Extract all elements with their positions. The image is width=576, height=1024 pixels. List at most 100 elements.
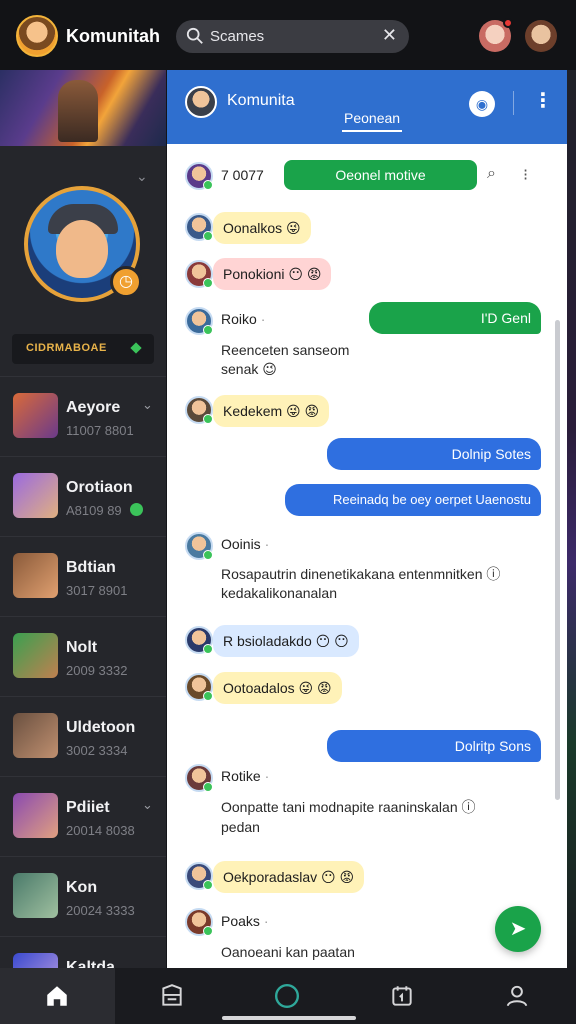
message-bubble[interactable]: Kedekem 😜 😡 [213,395,330,427]
sidebar-item-name: Pdiiet [66,799,110,816]
message-bubble[interactable]: Oonalkos 😜 [213,212,311,244]
motive-button[interactable]: Oeonel motive [284,160,477,190]
sidebar-item[interactable]: Pdiiet 20014 8038 ⌄ [0,776,166,856]
notification-avatar[interactable] [479,18,513,52]
message-username[interactable]: Rotike · [221,768,269,784]
sidebar-item[interactable]: Nolt 2009 3332 [0,616,166,696]
sidebar: ⌄ ◷ CIDRMABOAE Aeyore 11007 8801 ⌄ Oroti… [0,70,166,968]
profile-avatar[interactable]: ◷ [24,186,142,302]
outgoing-message-bubble[interactable]: Dolnip Sotes [327,438,541,470]
search-icon [186,27,203,44]
sidebar-item-name: Nolt [66,639,98,656]
sidebar-item-sub: 20024 3333 [66,903,135,918]
sidebar-item-name: Kaltda [66,959,115,968]
user-avatar[interactable] [525,20,557,52]
tab-underline [342,130,402,132]
sidebar-item-sub: 2009 3332 [66,663,128,678]
outgoing-message-bubble[interactable]: Reeinadq be oey oerpet Uaenostu [285,484,541,516]
message-avatar[interactable] [185,307,213,335]
gem-icon [130,342,142,354]
chevron-down-icon[interactable]: ⌄ [142,797,153,813]
more-vertical-icon[interactable]: ⋮ [533,88,553,113]
message-avatar[interactable] [185,396,213,424]
message-username[interactable]: Poaks · [221,913,268,929]
message-avatar[interactable] [185,673,213,701]
message-bubble[interactable]: Ootoadalos 😜 😡 [213,672,342,704]
sidebar-item[interactable]: Orotiaon A8109 89 [0,456,166,536]
chevron-down-icon[interactable]: ⌄ [136,168,148,185]
nav-home[interactable] [0,968,115,1024]
sidebar-item[interactable]: Uldetoon 3002 3334 [0,696,166,776]
chat-avatar[interactable] [185,86,217,118]
chat-title: Komunita [227,92,295,109]
message-bubble[interactable]: Oekporadaslav 😶 😡 [213,861,365,893]
message-avatar[interactable] [185,260,213,288]
message-avatar[interactable] [185,908,213,936]
app: Komunitah Scames ✕ ⌄ ◷ CIDRMABOAE Aeyore… [0,0,576,1024]
message-bubble[interactable]: Ponokioni 😶 😡 [213,258,332,290]
nav-feed[interactable] [115,968,230,1024]
outgoing-message-bubble[interactable]: I'D Genl [369,302,541,334]
message-avatar[interactable] [185,532,213,560]
sidebar-item-avatar [13,713,58,758]
home-icon [47,986,67,1006]
home-indicator[interactable] [222,1016,356,1020]
sidebar-item[interactable]: Kon 20024 3333 [0,856,166,936]
message-text: Oanoeani kan paatan [221,944,355,960]
more-horizontal-icon[interactable]: ⁝ [523,165,528,185]
close-icon[interactable]: ✕ [382,25,397,46]
chevron-down-icon[interactable]: ⌄ [142,397,153,413]
message-username[interactable]: Ooinis · [221,536,269,552]
message-avatar[interactable] [185,626,213,654]
search-input[interactable]: Scames [210,28,264,45]
message-avatar[interactable] [185,862,213,890]
brand-avatar[interactable] [16,15,58,57]
sidebar-item-sub: 3017 8901 [66,583,128,598]
nav-calendar[interactable] [345,968,460,1024]
message-text: kedakalikonanalan [221,585,337,601]
sidebar-item-avatar [13,953,58,968]
sidebar-item[interactable]: Bdtian 3017 8901 [0,536,166,616]
sidebar-item-name: Bdtian [66,559,116,576]
nav-profile[interactable] [460,968,575,1024]
sidebar-item-avatar [13,633,58,678]
community-logo-icon[interactable]: ◉ [469,91,495,117]
online-status-icon [130,503,143,516]
sidebar-item-avatar [13,473,58,518]
sidebar-item[interactable]: Aeyore 11007 8801 ⌄ [0,376,166,456]
avatar-face [56,220,108,278]
message-avatar[interactable] [185,764,213,792]
chat-header: Komunita Peonean ◉ ⋮ [167,70,567,144]
scrollbar[interactable] [555,320,560,800]
top-bar: Komunitah Scames ✕ [0,0,576,70]
sidebar-item-avatar [13,793,58,838]
message-text: Oonpatte tani modnapite raaninskalan ⓘ [221,799,476,815]
search-bar[interactable]: Scames ✕ [176,20,409,53]
profile-tag[interactable]: CIDRMABOAE [12,334,154,364]
message-text: pedan [221,819,260,835]
message-text: Rosapautrin dinenetikakana entenmnitken … [221,566,501,582]
sidebar-item-avatar [13,393,58,438]
app-title: Komunitah [66,26,160,46]
compose-button[interactable]: ➤ [495,906,541,952]
tab-active[interactable]: Peonean [344,110,400,126]
chat-panel: Komunita Peonean ◉ ⋮ 7 0077 Oeonel motiv… [167,70,567,968]
sidebar-item-sub: 20014 8038 [66,823,135,838]
sidebar-item-sub: A8109 89 [66,503,122,518]
header-divider [513,91,514,115]
outgoing-message-bubble[interactable]: Dolritp Sons [327,730,541,762]
notification-dot [503,18,513,28]
sidebar-item[interactable]: Kaltda [0,936,166,968]
message-avatar[interactable] [185,213,213,241]
message-username[interactable]: Roiko · [221,311,265,327]
banner-character [58,80,98,142]
calendar-icon [392,986,412,1006]
sidebar-item-name: Uldetoon [66,719,136,736]
message-avatar[interactable] [185,162,213,190]
circle-icon [274,983,300,1009]
sidebar-item-avatar [13,873,58,918]
inbox-icon [162,984,182,1006]
message-time-label: 7 0077 [221,167,264,183]
message-bubble[interactable]: R bsioladakdo 😶 😶 [213,625,359,657]
search-user-icon[interactable]: ⌕ [487,165,496,183]
